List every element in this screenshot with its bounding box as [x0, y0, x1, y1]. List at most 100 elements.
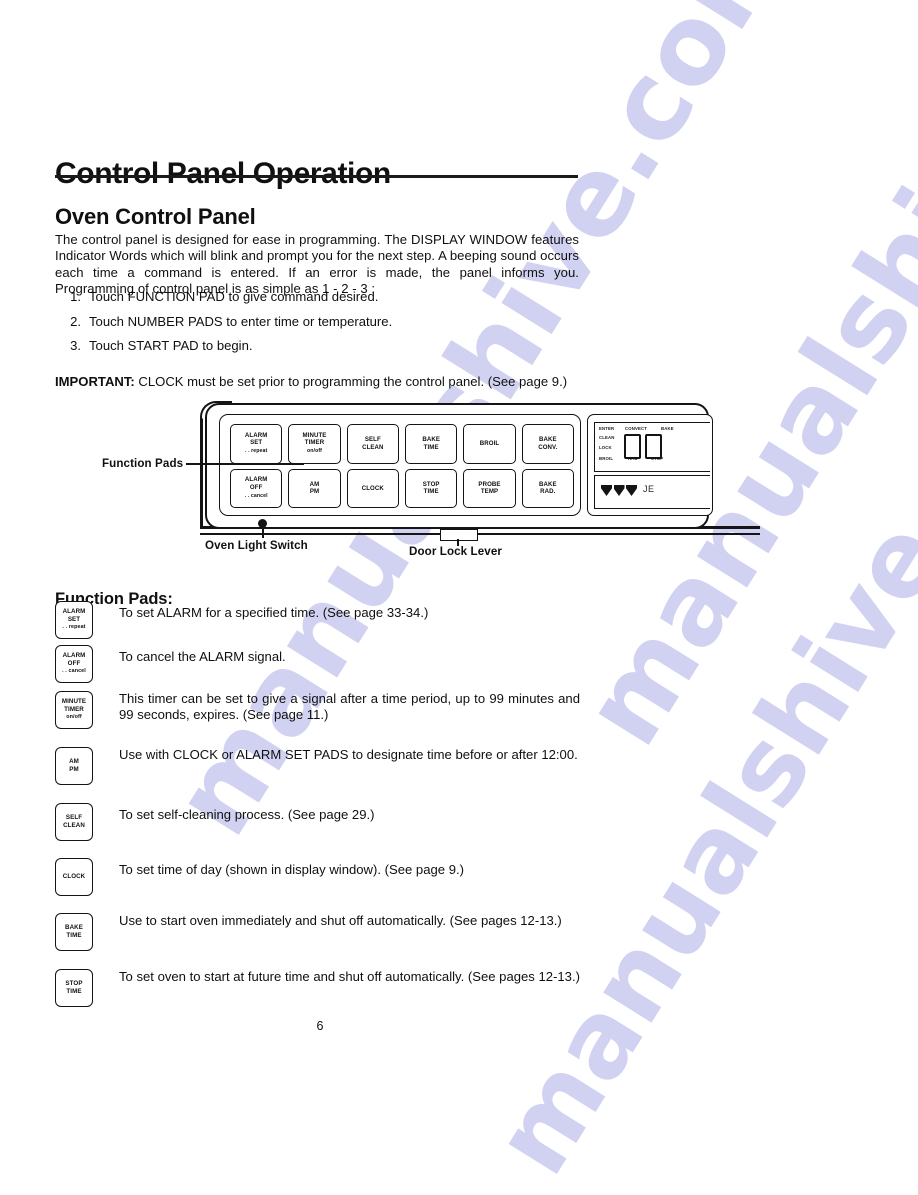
step-text: Touch NUMBER PADS to enter time or tempe… — [89, 313, 393, 329]
pad-bake-conv[interactable]: BAKE CONV. — [521, 424, 574, 464]
pad-line1: CLOCK — [361, 484, 384, 492]
important-note: IMPORTANT: CLOCK must be set prior to pr… — [55, 374, 582, 390]
pad-line2: CLEAN — [362, 443, 384, 451]
manual-page: manualshive.com manualshive.com manualsh… — [0, 0, 918, 1195]
pad-line1: BAKE — [538, 480, 557, 488]
pad-line2: PM — [69, 766, 79, 773]
panel-shell-left-edge — [200, 418, 203, 528]
step-number: 1. — [70, 289, 81, 304]
pad-line2: RAD. — [540, 488, 556, 496]
keypad-bezel: ALARM SET . . repeat MINUTE TIMER on/off… — [219, 414, 581, 516]
pad-self-clean[interactable]: SELF CLEAN — [346, 424, 399, 464]
panel-shell-rail-lower — [200, 533, 760, 535]
pad-alarm-set[interactable]: ALARM SET . . repeat — [230, 424, 283, 464]
pad-line1: AM — [69, 758, 79, 766]
pad-sub: . . cancel — [244, 492, 268, 499]
pad-sub: on/off — [66, 714, 82, 721]
control-panel-diagram: ALARM SET . . repeat MINUTE TIMER on/off… — [200, 398, 760, 558]
pad-line2: TIME — [423, 488, 439, 496]
pad-line1: BAKE — [422, 436, 440, 444]
pad-minute-timer[interactable]: MINUTE TIMER on/off — [288, 424, 341, 464]
door-lock-lever-shape[interactable] — [440, 529, 478, 541]
important-body: CLOCK must be set prior to programming t… — [134, 374, 568, 390]
list-item: ALARM OFF . . cancel To cancel the ALARM… — [55, 645, 580, 683]
list-item: MINUTE TIMER on/off This timer can be se… — [55, 691, 580, 729]
indicator-bake: BAKE — [661, 426, 674, 431]
pad-broil[interactable]: BROIL — [463, 424, 516, 464]
callout-leader-line — [186, 463, 304, 465]
chevron-down-icon — [601, 485, 612, 496]
pad-description: To set time of day (shown in display win… — [119, 862, 464, 877]
pad-line2: CLEAN — [63, 822, 85, 829]
pad-line1: ALARM — [244, 431, 268, 439]
pad-alarm-off[interactable]: ALARM OFF . . cancel — [230, 468, 283, 508]
display-brand-strip: JE — [594, 475, 710, 509]
pad-description: Use with CLOCK or ALARM SET PADS to desi… — [119, 747, 578, 762]
pad-line2: TIMER — [304, 439, 325, 447]
chevron-down-icon — [613, 485, 625, 496]
indicator-clean: CLEAN — [599, 435, 615, 440]
function-pads-list: ALARM SET . . repeat To set ALARM for a … — [55, 601, 580, 1007]
pad-line2: TIME — [66, 988, 82, 995]
pad-icon-am-pm: AM PM — [55, 747, 93, 785]
pad-sub: . . repeat — [244, 448, 268, 455]
pad-line2: OFF — [67, 659, 81, 667]
pad-icon-self-clean: SELF CLEAN — [55, 803, 93, 841]
callout-oven-light-switch: Oven Light Switch — [205, 539, 308, 552]
pad-sub: on/off — [306, 448, 322, 455]
pad-icon-bake-time: BAKE TIME — [55, 913, 93, 951]
pad-line1: ALARM — [244, 476, 268, 484]
list-item: SELF CLEAN To set self-cleaning process.… — [55, 803, 580, 841]
step-number: 2. — [70, 313, 81, 329]
pad-description: To set self-cleaning process. (See page … — [119, 807, 375, 822]
pad-line1: AM — [309, 480, 320, 488]
pad-line1: BAKE — [65, 924, 83, 932]
pad-line1: CLOCK — [62, 873, 86, 881]
pad-sub: . . cancel — [62, 668, 86, 675]
indicator-broil: BROIL — [599, 456, 614, 461]
step-text: Touch FUNCTION PAD to give command desir… — [89, 289, 379, 304]
pad-line2: TIME — [423, 443, 439, 451]
pad-sub: . . repeat — [62, 624, 86, 631]
step-text: Touch START PAD to begin. — [89, 338, 253, 353]
list-item: 2. Touch NUMBER PADS to enter time or te… — [55, 314, 575, 330]
pad-description: This timer can be set to give a signal a… — [119, 691, 580, 723]
list-item: ALARM SET . . repeat To set ALARM for a … — [55, 601, 580, 639]
pad-line2: OFF — [249, 483, 263, 491]
pad-icon-stop-time: STOP TIME — [55, 969, 93, 1007]
pad-am-pm[interactable]: AM PM — [288, 468, 341, 508]
pad-line1: PROBE — [478, 480, 501, 488]
pad-description: To set oven to start at future time and … — [119, 969, 580, 984]
callout-function-pads: Function Pads — [102, 457, 184, 470]
pad-clock[interactable]: CLOCK — [346, 468, 399, 508]
pad-description: Use to start oven immediately and shut o… — [119, 913, 562, 928]
pad-line2: TEMP — [480, 488, 499, 496]
pad-line1: SELF — [364, 436, 381, 444]
step-number: 3. — [70, 338, 81, 353]
display-readout: ENTER CONVECT BAKE CLEAN LOCK BROIL RAD … — [594, 422, 710, 472]
list-item: 1. Touch FUNCTION PAD to give command de… — [55, 289, 575, 305]
chevron-icon-group — [601, 485, 637, 496]
pad-line2: TIME — [66, 932, 82, 939]
pad-line1: MINUTE — [302, 431, 327, 439]
list-item: CLOCK To set time of day (shown in displ… — [55, 858, 580, 896]
brand-text: JE — [643, 484, 655, 494]
pad-icon-minute-timer: MINUTE TIMER on/off — [55, 691, 93, 729]
pad-bake-time[interactable]: BAKE TIME — [404, 424, 458, 464]
pad-stop-time[interactable]: STOP TIME — [404, 468, 458, 508]
pad-line1: ALARM — [62, 652, 86, 660]
control-panel-body: ALARM SET . . repeat MINUTE TIMER on/off… — [205, 403, 713, 529]
indicator-enter: ENTER — [599, 426, 615, 431]
pad-line1: STOP — [422, 480, 440, 488]
pad-line1: ALARM — [62, 608, 86, 616]
pad-line1: STOP — [65, 980, 83, 988]
indicator-lock: LOCK — [599, 445, 612, 450]
pad-probe-temp[interactable]: PROBE TEMP — [463, 468, 516, 508]
pad-line1: BROIL — [479, 440, 500, 448]
indicator-convect: CONVECT — [625, 426, 648, 431]
display-digit-2 — [645, 434, 662, 459]
chevron-down-icon — [626, 485, 637, 496]
pad-line2: TIMER — [64, 705, 84, 713]
list-item: BAKE TIME Use to start oven immediately … — [55, 913, 580, 951]
pad-bake-rad[interactable]: BAKE RAD. — [521, 468, 574, 508]
